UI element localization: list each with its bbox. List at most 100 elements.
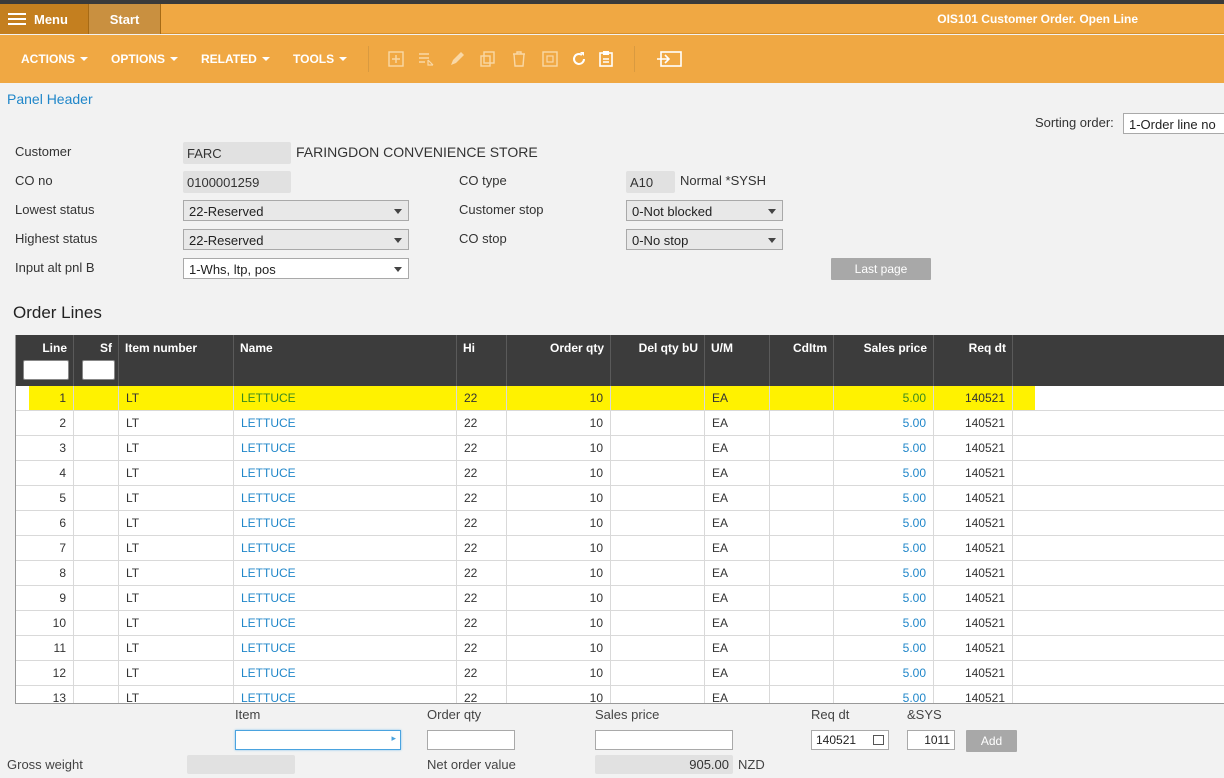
display-icon[interactable]	[541, 50, 559, 68]
cell-sales-price: 5.00	[834, 436, 934, 460]
cell-name[interactable]: LETTUCE	[234, 486, 457, 510]
cell-sales-price: 5.00	[834, 611, 934, 635]
last-page-button[interactable]: Last page	[831, 258, 931, 280]
cell-item-number: LT	[119, 561, 234, 585]
table-row[interactable]: 2 LT LETTUCE 22 10 EA 5.00 140521	[16, 411, 1224, 436]
table-row[interactable]: 9 LT LETTUCE 22 10 EA 5.00 140521	[16, 586, 1224, 611]
cell-name[interactable]: LETTUCE	[234, 411, 457, 435]
cell-del-qty	[611, 511, 705, 535]
cell-order-qty: 10	[507, 411, 611, 435]
cell-sales-price: 5.00	[834, 561, 934, 585]
col-header-order-qty[interactable]: Order qty	[507, 335, 611, 386]
col-header-um[interactable]: U/M	[705, 335, 770, 386]
col-header-del-qty[interactable]: Del qty bU	[611, 335, 705, 386]
cell-hi: 22	[457, 511, 507, 535]
cell-hi: 22	[457, 661, 507, 685]
col-header-cditm[interactable]: CdItm	[770, 335, 834, 386]
cell-item-number: LT	[119, 586, 234, 610]
col-header-name[interactable]: Name	[234, 335, 457, 386]
cell-cditm	[770, 661, 834, 685]
customer-stop-select[interactable]: 0-Not blocked	[626, 200, 783, 221]
cell-sf	[74, 511, 119, 535]
delete-icon[interactable]	[510, 50, 528, 68]
cell-name[interactable]: LETTUCE	[234, 586, 457, 610]
cell-name[interactable]: LETTUCE	[234, 436, 457, 460]
cell-line: 9	[16, 586, 74, 610]
refresh-icon[interactable]	[570, 50, 588, 68]
input-alt-select[interactable]: 1-Whs, ltp, pos	[183, 258, 409, 279]
related-menu[interactable]: RELATED	[201, 52, 270, 66]
table-row[interactable]: 5 LT LETTUCE 22 10 EA 5.00 140521	[16, 486, 1224, 511]
clipboard-icon[interactable]	[597, 50, 615, 68]
col-header-sf-label: Sf	[100, 341, 112, 355]
edit-pencil-icon[interactable]	[448, 50, 466, 68]
sf-filter-input[interactable]	[82, 360, 115, 380]
cell-cditm	[770, 561, 834, 585]
co-stop-select[interactable]: 0-No stop	[626, 229, 783, 250]
lowest-status-select[interactable]: 22-Reserved	[183, 200, 409, 221]
table-row[interactable]: 11 LT LETTUCE 22 10 EA 5.00 140521	[16, 636, 1224, 661]
cell-item-number: LT	[119, 686, 234, 703]
cell-um: EA	[705, 386, 770, 410]
cell-req-dt: 140521	[934, 636, 1013, 660]
cell-sf	[74, 611, 119, 635]
chevron-down-icon	[768, 238, 776, 243]
cell-name[interactable]: LETTUCE	[234, 386, 457, 410]
cell-sales-price: 5.00	[834, 461, 934, 485]
copy-icon[interactable]	[479, 50, 497, 68]
cell-name[interactable]: LETTUCE	[234, 636, 457, 660]
req-dt-input[interactable]: 140521	[811, 730, 889, 750]
sys-input[interactable]: 1011	[907, 730, 955, 750]
item-input[interactable]: ▸	[235, 730, 401, 750]
create-icon[interactable]	[387, 50, 405, 68]
req-dt-value: 140521	[816, 733, 857, 747]
tools-menu[interactable]: TOOLS	[293, 52, 348, 66]
net-order-value-label: Net order value	[427, 757, 516, 772]
options-menu[interactable]: OPTIONS	[111, 52, 179, 66]
menu-button[interactable]: Menu	[0, 4, 89, 34]
order-qty-input[interactable]	[427, 730, 515, 750]
highest-status-select[interactable]: 22-Reserved	[183, 229, 409, 250]
cell-order-qty: 10	[507, 686, 611, 703]
gross-weight-field	[187, 755, 295, 774]
cell-name[interactable]: LETTUCE	[234, 561, 457, 585]
sorting-order-select[interactable]: 1-Order line no	[1123, 113, 1224, 134]
panel-header-link[interactable]: Panel Header	[7, 91, 93, 107]
cell-line: 2	[16, 411, 74, 435]
cell-name[interactable]: LETTUCE	[234, 661, 457, 685]
cell-name[interactable]: LETTUCE	[234, 611, 457, 635]
cell-name[interactable]: LETTUCE	[234, 511, 457, 535]
cell-order-qty: 10	[507, 436, 611, 460]
table-row[interactable]: 1 LT LETTUCE 22 10 EA 5.00 140521	[16, 386, 1224, 411]
table-row[interactable]: 10 LT LETTUCE 22 10 EA 5.00 140521	[16, 611, 1224, 636]
table-row[interactable]: 12 LT LETTUCE 22 10 EA 5.00 140521	[16, 661, 1224, 686]
table-row[interactable]: 13 LT LETTUCE 22 10 EA 5.00 140521	[16, 686, 1224, 703]
calendar-icon[interactable]	[873, 735, 884, 745]
col-header-sales-price[interactable]: Sales price	[834, 335, 934, 386]
co-type-desc: Normal *SYSH	[680, 173, 766, 188]
line-filter-input[interactable]	[23, 360, 69, 380]
cell-del-qty	[611, 486, 705, 510]
select-list-icon[interactable]	[417, 50, 435, 68]
col-header-item-number[interactable]: Item number	[119, 335, 234, 386]
actions-menu[interactable]: ACTIONS	[21, 52, 88, 66]
export-icon[interactable]	[655, 50, 683, 68]
sales-price-input[interactable]	[595, 730, 733, 750]
add-button[interactable]: Add	[966, 730, 1017, 752]
cell-name[interactable]: LETTUCE	[234, 461, 457, 485]
table-row[interactable]: 4 LT LETTUCE 22 10 EA 5.00 140521	[16, 461, 1224, 486]
lowest-status-value: 22-Reserved	[189, 204, 264, 219]
col-header-req-dt[interactable]: Req dt	[934, 335, 1013, 386]
cell-name[interactable]: LETTUCE	[234, 686, 457, 703]
table-row[interactable]: 3 LT LETTUCE 22 10 EA 5.00 140521	[16, 436, 1224, 461]
cell-line: 12	[16, 661, 74, 685]
table-row[interactable]: 7 LT LETTUCE 22 10 EA 5.00 140521	[16, 536, 1224, 561]
cell-order-qty: 10	[507, 486, 611, 510]
start-tab[interactable]: Start	[89, 4, 161, 34]
col-header-hi[interactable]: Hi	[457, 335, 507, 386]
table-row[interactable]: 8 LT LETTUCE 22 10 EA 5.00 140521	[16, 561, 1224, 586]
table-row[interactable]: 6 LT LETTUCE 22 10 EA 5.00 140521	[16, 511, 1224, 536]
cell-item-number: LT	[119, 536, 234, 560]
highest-status-value: 22-Reserved	[189, 233, 264, 248]
cell-name[interactable]: LETTUCE	[234, 536, 457, 560]
